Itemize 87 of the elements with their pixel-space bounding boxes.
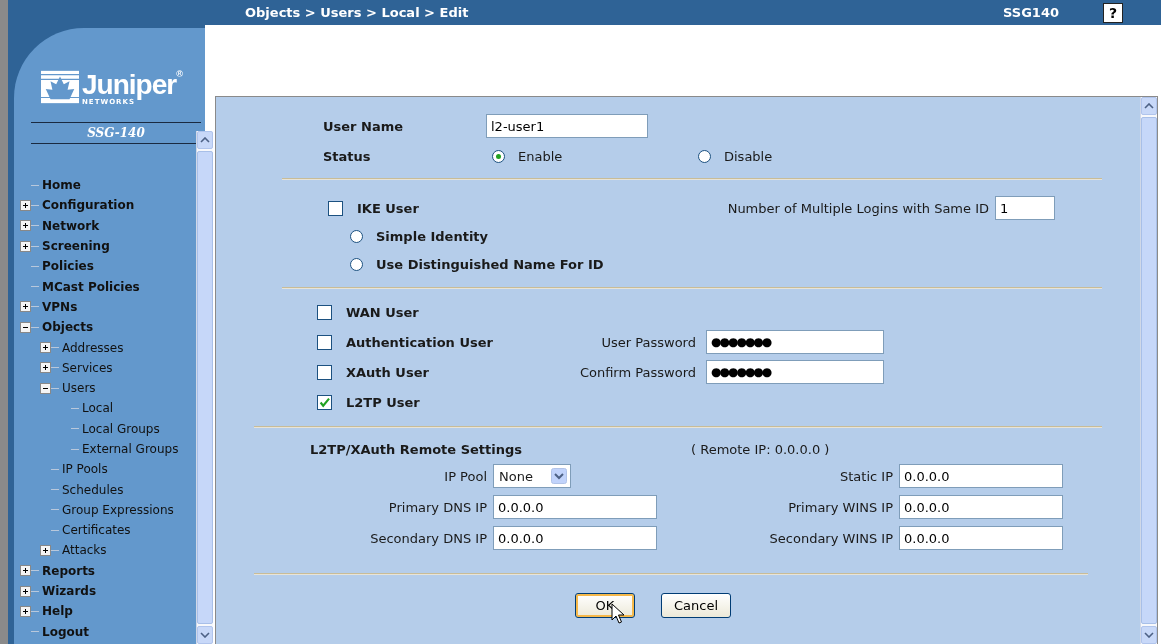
nav-item[interactable]: Policies [42,259,94,274]
nav-item[interactable]: Addresses [62,340,124,355]
field-label: Primary DNS IP [387,499,487,515]
radio-button[interactable] [350,229,363,243]
tree-logo-icon [41,70,79,104]
expand-toggle-icon[interactable] [20,240,31,252]
remote-ip-label: ( Remote IP: 0.0.0.0 ) [691,441,830,457]
radio-button[interactable] [350,257,363,271]
expand-toggle-icon[interactable] [20,301,31,313]
option-label: Simple Identity [376,228,489,244]
option-label: WAN User [346,304,420,320]
nav-item[interactable]: Reports [42,563,95,578]
scroll-up-icon[interactable] [1141,97,1157,115]
nav-item[interactable]: Objects [42,320,94,335]
scrollbar[interactable] [196,131,213,644]
nav-item[interactable]: Local Groups [82,421,160,436]
option-label: IKE User [357,200,419,216]
checkbox[interactable] [317,334,332,350]
scroll-down-icon[interactable] [1141,626,1157,644]
nav-item[interactable]: Wizards [42,584,97,599]
nav-item[interactable]: IP Pools [62,462,108,477]
option-label: Authentication User [346,334,494,350]
logins-field[interactable]: 1 [995,196,1055,220]
field-label: IP Pool [443,468,487,484]
expand-toggle-icon[interactable] [40,545,51,556]
nav-item[interactable]: Configuration [42,198,135,213]
scroll-down-icon[interactable] [197,626,213,644]
nav-item[interactable]: Services [62,360,113,375]
checkbox[interactable] [328,200,343,216]
nav-item[interactable]: Screening [42,239,110,254]
expand-toggle-icon[interactable] [20,220,31,232]
ip-field[interactable]: 0.0.0.0 [899,464,1063,488]
nav-item[interactable]: MCast Policies [42,279,140,294]
checkbox[interactable] [317,364,332,380]
option-label: Use Distinguished Name For ID [376,256,604,272]
nav-item[interactable]: External Groups [82,442,179,456]
checkbox[interactable] [317,394,332,410]
scroll-up-icon[interactable] [197,131,213,149]
user-name-field[interactable]: l2-user1 [486,114,648,138]
password-field[interactable]: ●●●●●●● [706,330,884,354]
nav-item[interactable]: Home [42,178,81,193]
section-title: L2TP/XAuth Remote Settings [310,441,524,457]
field-label: User Name [323,118,405,134]
nav-item[interactable]: Help [42,604,73,619]
field-label: Confirm Password [578,364,696,380]
nav-item[interactable]: Group Expressions [62,502,174,517]
ip-pool-select[interactable]: None [493,464,571,488]
field-label: Secondary WINS IP [768,530,893,546]
field-label: Secondary DNS IP [369,530,487,546]
password-field[interactable]: ●●●●●●● [706,360,884,384]
nav-item[interactable]: Network [42,218,100,233]
nav-item[interactable]: Attacks [62,543,107,558]
ip-field[interactable]: 0.0.0.0 [899,526,1063,550]
collapse-toggle-icon[interactable] [20,321,31,333]
field-label: Number of Multiple Logins with Same ID [727,200,989,216]
nav-item[interactable]: Logout [42,624,89,639]
expand-toggle-icon[interactable] [40,342,51,353]
option-label: XAuth User [346,364,430,380]
nav-item[interactable]: Users [62,381,96,396]
checkbox[interactable] [317,304,332,320]
nav-item[interactable]: Certificates [62,523,131,538]
field-label: Primary WINS IP [787,499,893,515]
collapse-toggle-icon[interactable] [40,382,51,394]
field-label: Static IP [839,468,893,484]
option-label: L2TP User [346,394,421,410]
expand-toggle-icon[interactable] [20,605,31,617]
expand-toggle-icon[interactable] [20,199,31,211]
ip-field[interactable]: 0.0.0.0 [899,495,1063,519]
radio-button[interactable] [492,149,505,163]
field-label: Status [323,148,372,164]
nav-item[interactable]: Schedules [62,482,124,497]
expand-toggle-icon[interactable] [20,565,31,577]
option-label: Disable [724,148,773,164]
scrollbar[interactable] [1140,97,1157,644]
field-label: User Password [600,334,696,350]
nav-item[interactable]: VPNs [42,299,78,314]
expand-toggle-icon[interactable] [20,585,31,597]
option-label: Enable [518,148,563,164]
ip-field[interactable]: 0.0.0.0 [493,526,657,550]
ip-field[interactable]: 0.0.0.0 [493,495,657,519]
radio-button[interactable] [698,149,711,163]
help-button[interactable]: ? [1103,2,1123,23]
breadcrumb: Objects > Users > Local > Edit [245,5,470,20]
device-name: SSG140 [1003,5,1059,20]
nav-item[interactable]: Local [82,401,114,416]
dialog-button[interactable]: Cancel [660,593,731,618]
expand-toggle-icon[interactable] [40,362,51,374]
